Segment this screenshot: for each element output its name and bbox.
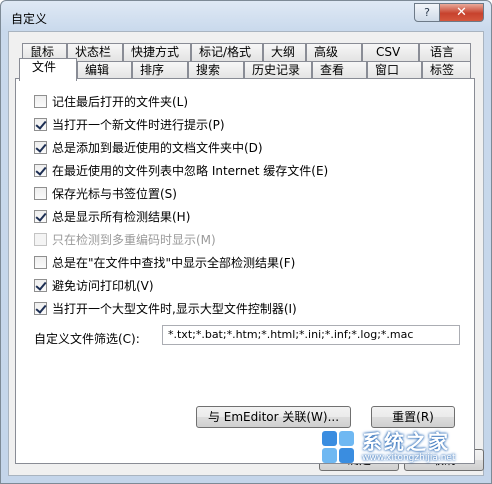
tab-window[interactable]: 窗口 [367, 61, 422, 79]
title-bar[interactable]: 自定义 ? ✕ [1, 1, 491, 31]
option-label: 记住最后打开的文件夹(L) [52, 94, 189, 109]
option-label: 避免访问打印机(V) [52, 278, 154, 293]
tab-advanced[interactable]: 高级 [306, 43, 362, 61]
option-label: 当打开一个新文件时进行提示(P) [52, 117, 225, 132]
option-prompt-new-file[interactable]: 当打开一个新文件时进行提示(P) [34, 115, 225, 133]
tab-history[interactable]: 历史记录 [244, 61, 312, 79]
checkbox[interactable] [34, 94, 47, 108]
option-label: 总是在"在文件中查找"中显示全部检测结果(F) [52, 255, 296, 270]
checkbox[interactable] [34, 117, 47, 131]
checkbox[interactable] [34, 140, 47, 154]
checkbox[interactable] [34, 186, 47, 200]
checkbox[interactable] [34, 278, 47, 292]
tab-edit[interactable]: 编辑 [77, 61, 132, 79]
checkbox[interactable] [34, 232, 47, 246]
checkbox[interactable] [34, 301, 47, 315]
checkbox[interactable] [34, 255, 47, 269]
checkbox[interactable] [34, 163, 47, 177]
tab-language[interactable]: 语言 [419, 43, 471, 61]
question-icon: ? [424, 6, 430, 19]
file-settings-panel: 记住最后打开的文件夹(L) 当打开一个新文件时进行提示(P) 总是添加到最近使用… [15, 78, 475, 464]
custom-filter-label: 自定义文件筛选(C): [34, 332, 140, 346]
site-watermark: 系统之家 www.xitongzhijia.net [320, 425, 482, 469]
option-label: 总是显示所有检测结果(H) [52, 209, 191, 224]
windows-logo-icon [320, 429, 356, 465]
tab-tabs[interactable]: 标签 [422, 61, 471, 79]
watermark-url: www.xitongzhijia.net [362, 452, 456, 463]
option-ignore-internet-cache[interactable]: 在最近使用的文件列表中忽略 Internet 缓存文件(E) [34, 161, 328, 179]
tab-csv[interactable]: CSV [362, 43, 419, 61]
custom-filter-input[interactable]: *.txt;*.bat;*.htm;*.html;*.ini;*.inf;*.l… [162, 325, 460, 345]
dialog-window: 自定义 ? ✕ 鼠标 状态栏 快捷方式 标记/格式 大纲 高级 CSV 语言 文… [0, 0, 492, 484]
tab-outline[interactable]: 大纲 [263, 43, 306, 61]
tab-view[interactable]: 查看 [312, 61, 367, 79]
option-remember-last-folder[interactable]: 记住最后打开的文件夹(L) [34, 92, 188, 110]
option-add-to-recent-docs[interactable]: 总是添加到最近使用的文档文件夹中(D) [34, 138, 263, 156]
help-button[interactable]: ? [414, 3, 440, 22]
close-icon: ✕ [456, 5, 467, 20]
tab-marks-format[interactable]: 标记/格式 [191, 43, 263, 61]
option-find-in-files-show-all[interactable]: 总是在"在文件中查找"中显示全部检测结果(F) [34, 253, 295, 271]
tab-search[interactable]: 搜索 [188, 61, 244, 79]
option-only-multiple-encodings[interactable]: 只在检测到多重编码时显示(M) [34, 230, 216, 248]
option-label: 保存光标与书签位置(S) [52, 186, 177, 201]
window-title: 自定义 [11, 12, 48, 26]
option-large-file-controller[interactable]: 当打开一个大型文件时,显示大型文件控制器(I) [34, 299, 297, 317]
option-show-all-detections[interactable]: 总是显示所有检测结果(H) [34, 207, 190, 225]
tab-sort[interactable]: 排序 [132, 61, 188, 79]
close-button[interactable]: ✕ [439, 3, 484, 22]
option-avoid-printer-access[interactable]: 避免访问打印机(V) [34, 276, 154, 294]
checkbox[interactable] [34, 209, 47, 223]
watermark-title: 系统之家 [362, 429, 450, 454]
option-label: 在最近使用的文件列表中忽略 Internet 缓存文件(E) [52, 163, 329, 178]
option-label: 当打开一个大型文件时,显示大型文件控制器(I) [52, 301, 297, 316]
watermark-text: 系统之家 www.xitongzhijia.net [362, 431, 455, 464]
tab-file[interactable]: 文件 [19, 58, 77, 81]
tab-shortcuts[interactable]: 快捷方式 [123, 43, 191, 61]
option-label: 总是添加到最近使用的文档文件夹中(D) [52, 140, 263, 155]
option-label: 只在检测到多重编码时显示(M) [52, 232, 216, 247]
option-save-cursor-bookmarks[interactable]: 保存光标与书签位置(S) [34, 184, 177, 202]
